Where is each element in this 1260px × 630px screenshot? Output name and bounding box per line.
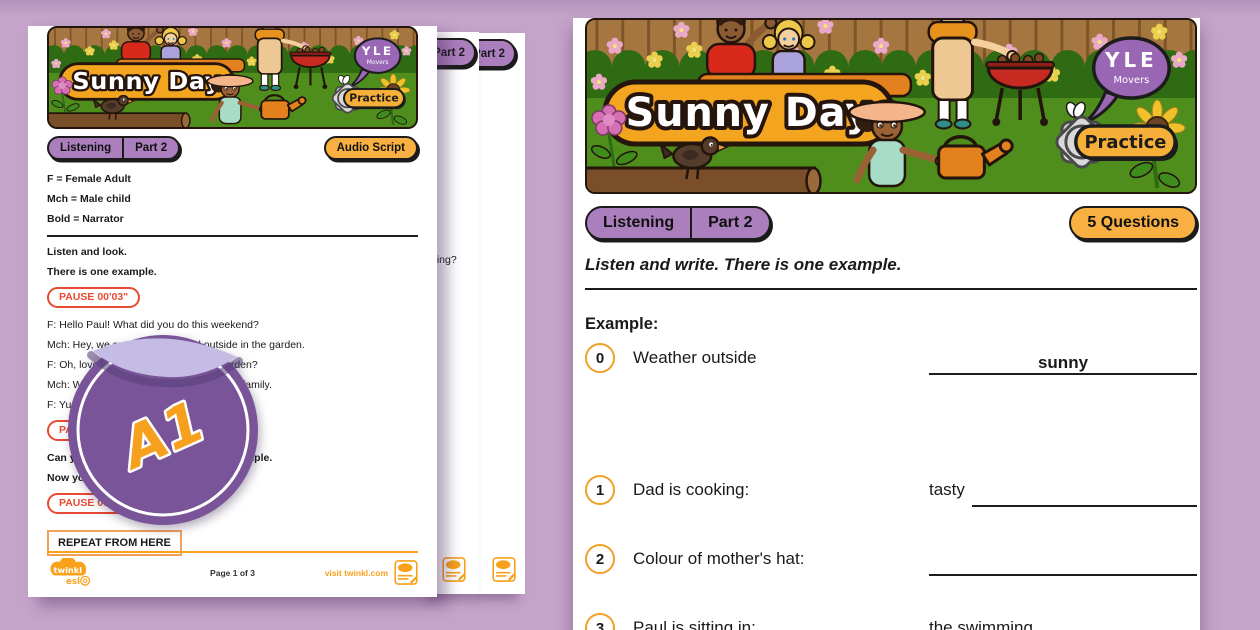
answer-line: sunny xyxy=(929,343,1197,375)
svg-text:twinkl: twinkl xyxy=(54,565,83,575)
twinkl-stamp-icon xyxy=(492,556,516,583)
tab-label: Part 2 xyxy=(433,47,465,59)
question-row: 1 Dad is cooking: tasty xyxy=(585,475,1197,507)
answer-area: sunny xyxy=(929,343,1197,375)
question-number-circle: 3 xyxy=(585,613,615,630)
twinkl-stamp-icon xyxy=(442,556,466,583)
answer-line xyxy=(929,544,1197,576)
log xyxy=(587,168,815,192)
tab-part2: Part 2 xyxy=(122,138,178,158)
listening-part2-tab: Listening Part 2 xyxy=(585,206,771,240)
practice-badge: Practice xyxy=(344,89,406,109)
page-number: Page 1 of 3 xyxy=(210,568,255,578)
listening-part2-tab: Listening Part 2 xyxy=(47,136,180,160)
answer-area: tasty xyxy=(929,475,1197,507)
tab-part2: Part 2 xyxy=(690,208,768,238)
narrator-line: There is one example. xyxy=(47,262,418,282)
level-a1-sticker: A1 xyxy=(65,322,265,532)
question-count-badge: 5 Questions xyxy=(1069,206,1197,240)
tab-label: Part 2 xyxy=(479,48,505,60)
header-illustration: Sunny Day xyxy=(585,18,1197,194)
question-prompt: Paul is sitting in: xyxy=(633,613,929,630)
practice-text: Practice xyxy=(349,93,398,105)
yle-text: YLE xyxy=(1104,49,1158,72)
legend-line: Mch = Male child xyxy=(47,189,418,209)
legend-line: F = Female Adult xyxy=(47,169,418,189)
movers-text: Movers xyxy=(1113,75,1149,86)
audio-script-page-2: Part 2 oing? . xyxy=(433,32,479,594)
title-text: Sunny Day xyxy=(72,67,221,94)
question-row: 3 Paul is sitting in: the swimming xyxy=(585,613,1197,630)
narrator-line: Listen and look. xyxy=(47,242,418,262)
tab-listening: Listening xyxy=(49,138,122,158)
movers-text: Movers xyxy=(367,60,389,66)
answer-prefix: the swimming xyxy=(929,613,1033,630)
answer-area: the swimming xyxy=(929,613,1197,630)
visit-link: visit twinkl.com xyxy=(325,568,388,578)
badge-label: 5 Questions xyxy=(1071,208,1195,238)
part-2-tab-fragment: Part 2 xyxy=(433,38,476,67)
written-answer: sunny xyxy=(1038,353,1088,373)
question-number-circle: 1 xyxy=(585,475,615,505)
garden-scene-illustration: Sunny Day xyxy=(587,20,1195,192)
worksheet-page: Sunny Day xyxy=(573,18,1200,630)
legend-line: Bold = Narrator xyxy=(47,209,418,229)
yle-text: YLE xyxy=(361,44,394,58)
example-label: Example: xyxy=(585,315,1197,334)
question-prompt: Colour of mother's hat: xyxy=(633,544,929,576)
divider xyxy=(47,235,418,237)
divider xyxy=(585,288,1197,290)
question-row: 0 Weather outside sunny xyxy=(585,343,1197,375)
practice-badge: Practice xyxy=(1076,126,1178,161)
garden-scene-illustration: Sunny Day xyxy=(49,28,416,127)
speaker-legend: F = Female AdultMch = Male childBold = N… xyxy=(47,169,418,229)
question-number-circle: 0 xyxy=(585,343,615,373)
tab-listening: Listening xyxy=(587,208,690,238)
header-illustration: Sunny Day xyxy=(47,26,418,129)
twinkl-stamp-icon xyxy=(394,559,418,586)
question-prompt: Dad is cooking: xyxy=(633,475,929,507)
audio-script-badge: Audio Script xyxy=(324,136,418,160)
answer-line xyxy=(972,475,1197,507)
title-text: Sunny Day xyxy=(626,90,873,136)
log xyxy=(49,113,186,127)
question-prompt: Weather outside xyxy=(633,343,929,375)
svg-text:esl: esl xyxy=(66,577,80,587)
pause-badge: PAUSE 00'03" xyxy=(47,287,140,308)
twinkl-esl-logo: twinkl esl xyxy=(47,558,99,587)
answer-line xyxy=(1040,613,1197,630)
practice-text: Practice xyxy=(1084,132,1166,153)
resource-preview: Part 2 Part 2 oing? . xyxy=(0,0,1260,630)
page-footer: twinkl esl Page 1 of 3 visit twinkl.com xyxy=(47,551,418,588)
question-row: 2 Colour of mother's hat: xyxy=(585,544,1197,576)
audio-script-page-3: Part 2 xyxy=(479,33,525,594)
task-instruction: Listen and write. There is one example. xyxy=(585,255,1197,275)
narrator-intro: Listen and look.There is one example. xyxy=(47,242,418,282)
question-list: 0 Weather outside sunny 1 Dad is cooking… xyxy=(585,343,1197,630)
answer-prefix: tasty xyxy=(929,475,965,507)
badge-label: Audio Script xyxy=(326,138,416,158)
question-number-circle: 2 xyxy=(585,544,615,574)
part-2-tab-fragment: Part 2 xyxy=(479,39,516,68)
answer-area xyxy=(929,544,1197,576)
